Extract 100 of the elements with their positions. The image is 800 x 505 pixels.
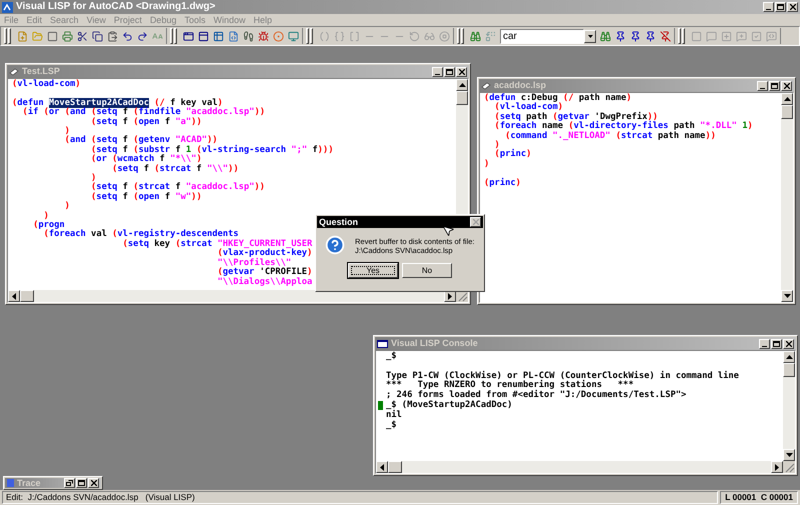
status-text: Edit: J:/Caddons SVN/acaddoc.lsp (Visual LISP) — [2, 491, 718, 504]
close-button[interactable] — [787, 2, 798, 12]
panel-icon[interactable] — [198, 30, 209, 42]
maximize-button[interactable] — [444, 66, 455, 76]
code-line: (setq f (strcat f "acaddoc.lsp")) — [90, 183, 265, 192]
code-line: (defun MoveStartup2ACadDoc (/ f key val) — [12, 98, 223, 108]
restore-button[interactable] — [64, 478, 75, 488]
close-icon — [784, 82, 790, 88]
menu-item[interactable]: Debug — [150, 16, 176, 24]
vertical-scrollbar[interactable] — [783, 351, 795, 461]
console-line: ; 246 forms loaded from #<editor "J:/Documents/Test.LSP"> — [386, 391, 686, 400]
code-line: ) — [64, 202, 70, 212]
close-button[interactable] — [783, 338, 794, 348]
console-line: Type P1-CW (ClockWise) or PL-CCW (CounterClockWise) in command line — [386, 372, 739, 381]
close-button[interactable] — [470, 217, 481, 227]
code-line: (princ) — [494, 150, 532, 160]
code-line: (progn — [32, 221, 65, 230]
footprints-icon[interactable] — [243, 30, 254, 42]
blank-page-icon[interactable] — [47, 30, 58, 42]
pin-icon[interactable] — [615, 30, 626, 42]
pin-icon[interactable] — [645, 30, 656, 42]
arrow-up-icon — [786, 355, 792, 359]
scroll-up-button[interactable] — [456, 79, 468, 91]
menu-item[interactable]: Search — [50, 16, 79, 24]
window-title: acaddoc.lsp — [494, 81, 546, 90]
caret-icon — [588, 34, 592, 38]
cut-icon[interactable] — [77, 30, 88, 42]
paste-icon[interactable] — [107, 30, 118, 42]
undo-icon[interactable] — [122, 30, 133, 42]
close-button[interactable] — [456, 66, 467, 76]
menu-item[interactable]: Tools — [184, 16, 206, 24]
code-file-icon[interactable] — [228, 30, 239, 42]
window-title: Visual LISP Console — [391, 339, 478, 348]
app-icon — [2, 2, 13, 12]
console-line: _$ (MoveStartup2ACadDoc) — [386, 400, 512, 410]
console-line: _$ — [386, 420, 397, 430]
window-title: Test.LSP — [22, 67, 60, 76]
horizontal-scrollbar[interactable] — [8, 290, 456, 302]
scroll-thumb[interactable] — [781, 105, 793, 119]
menu-item[interactable]: Project — [114, 16, 142, 24]
maximize-button[interactable] — [76, 478, 87, 488]
horizontal-scrollbar[interactable] — [376, 461, 783, 473]
maximize-button[interactable] — [771, 338, 782, 348]
resize-grip-icon[interactable] — [783, 461, 795, 473]
scroll-left-button[interactable] — [8, 290, 20, 302]
minimize-button[interactable] — [757, 80, 768, 90]
arrow-left-icon — [12, 292, 16, 300]
window-icon[interactable] — [183, 30, 194, 42]
search-field[interactable]: car — [500, 28, 584, 44]
maximize-button[interactable] — [769, 80, 780, 90]
arrow-up-icon — [458, 83, 466, 87]
dialog-button[interactable]: No — [402, 263, 452, 278]
console-line: nil — [386, 410, 402, 420]
minimize-button[interactable] — [432, 66, 443, 76]
scroll-up-button[interactable] — [781, 93, 793, 105]
app-title: Visual LISP for AutoCAD <Drawing1.dwg> — [16, 2, 216, 12]
maximize-button[interactable] — [775, 2, 786, 12]
maximize-icon — [773, 340, 780, 346]
menu-item[interactable]: View — [86, 16, 106, 24]
menu-item[interactable]: Edit — [26, 16, 42, 24]
menu-item[interactable]: Help — [254, 16, 272, 24]
close-icon — [472, 219, 478, 225]
code-line: (and (setq f (getenv "ACAD")) — [64, 136, 218, 146]
code-line: ) — [42, 212, 49, 222]
arrow-right-icon — [448, 292, 452, 300]
monitor-icon[interactable] — [288, 30, 299, 42]
close-button[interactable] — [88, 478, 99, 488]
copy-icon[interactable] — [92, 30, 103, 42]
arrow-right-icon — [775, 464, 779, 470]
printer-icon[interactable] — [62, 30, 73, 42]
pin-off-icon[interactable] — [660, 30, 671, 42]
resize-grip-icon[interactable] — [456, 290, 468, 302]
bug-icon[interactable] — [258, 30, 269, 42]
scroll-up-button[interactable] — [783, 351, 795, 363]
table-icon[interactable] — [213, 30, 224, 42]
arrow-down-icon — [784, 294, 790, 298]
dialog-button[interactable]: Yes — [348, 263, 398, 278]
dropdown-button[interactable] — [584, 30, 596, 42]
code-line: (or (wcmatch f "*\\") — [90, 155, 202, 164]
binoculars-icon[interactable] — [600, 30, 611, 42]
scroll-thumb[interactable] — [783, 363, 795, 377]
pin-icon[interactable] — [630, 30, 641, 42]
minimize-button[interactable] — [763, 2, 774, 12]
close-button[interactable] — [781, 80, 792, 90]
menu-item[interactable]: File — [4, 16, 19, 24]
scroll-left-button[interactable] — [376, 461, 388, 473]
code-line: (command "._NETLOAD" (strcat path name)) — [504, 132, 716, 142]
close-icon — [458, 68, 464, 74]
minimize-button[interactable] — [759, 338, 770, 348]
scroll-down-button[interactable] — [781, 290, 793, 302]
scroll-down-button[interactable] — [783, 449, 795, 461]
menu-item[interactable]: Window — [213, 16, 246, 24]
vertical-scrollbar[interactable] — [781, 93, 793, 302]
binoculars-icon[interactable] — [470, 30, 481, 42]
scroll-right-button[interactable] — [771, 461, 783, 473]
console-icon — [377, 340, 388, 348]
scroll-thumb[interactable] — [20, 290, 34, 302]
scroll-thumb[interactable] — [388, 461, 402, 473]
redo-icon[interactable] — [137, 30, 148, 42]
scroll-thumb[interactable] — [456, 91, 468, 105]
